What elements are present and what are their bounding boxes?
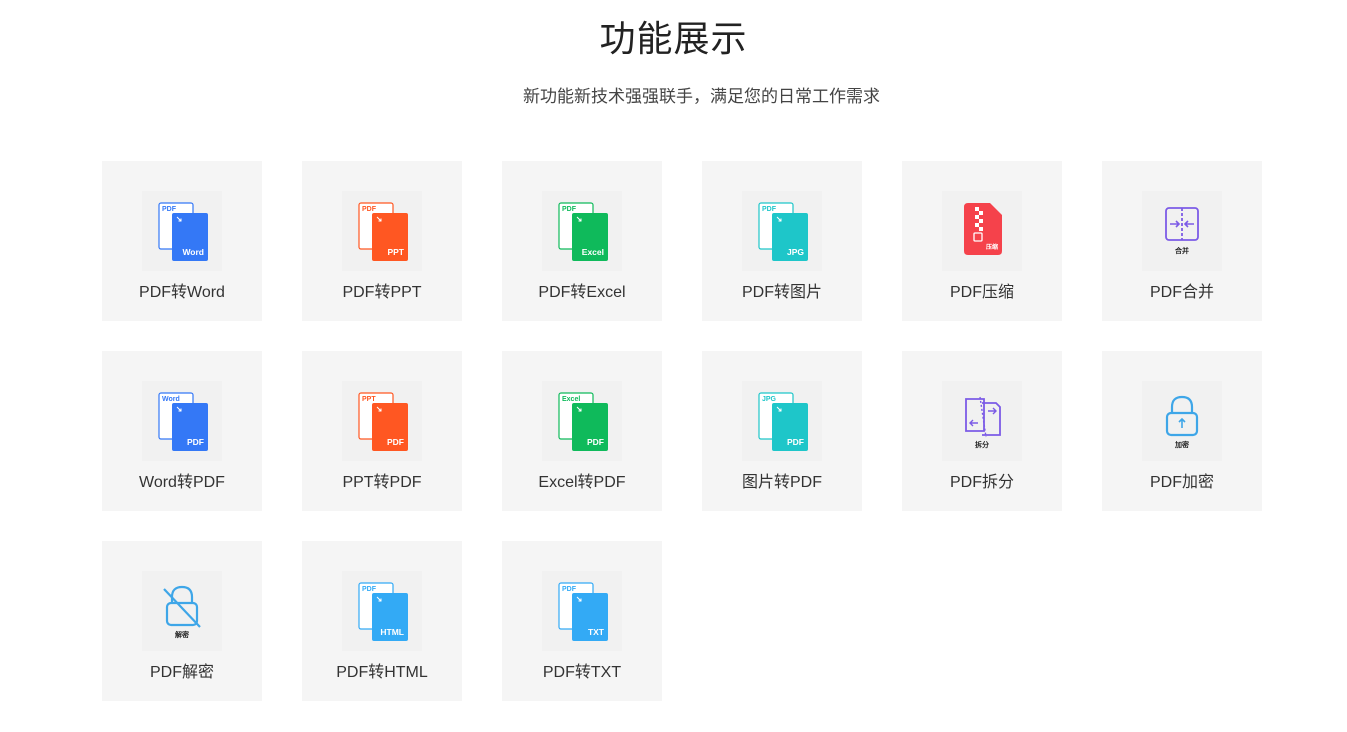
tool-card[interactable]: 解密 PDF解密: [102, 541, 262, 701]
pdf-split-icon: 拆分: [942, 381, 1022, 461]
word-to-pdf-icon: Word PDF: [142, 381, 222, 461]
svg-text:压缩: 压缩: [986, 243, 998, 251]
tool-card[interactable]: 合并 PDF合并: [1102, 161, 1262, 321]
tool-card-label: PDF转PPT: [342, 284, 422, 301]
svg-text:TXT: TXT: [588, 627, 605, 637]
pdf-to-ppt-icon: PDF PPT: [358, 202, 408, 261]
tool-card[interactable]: 加密 PDF加密: [1102, 351, 1262, 511]
tool-card[interactable]: PDF Word PDF转Word: [102, 161, 262, 321]
tool-card-label: PDF转Word: [139, 284, 225, 301]
tool-card-label: PPT转PDF: [342, 474, 422, 491]
svg-text:PDF: PDF: [587, 437, 604, 447]
tool-card[interactable]: 拆分 PDF拆分: [902, 351, 1062, 511]
tool-card[interactable]: PDF PPT PDF转PPT: [302, 161, 462, 321]
pdf-merge-icon: 合并: [1165, 207, 1199, 255]
tool-card-label: PDF拆分: [949, 474, 1014, 491]
tool-card[interactable]: PDF Excel PDF转Excel: [502, 161, 662, 321]
pdf-to-html-icon: PDF HTML: [342, 571, 422, 651]
tool-card[interactable]: Word PDF Word转PDF: [102, 351, 262, 511]
excel-to-pdf-icon: Excel PDF: [558, 392, 608, 451]
svg-text:Excel: Excel: [562, 396, 580, 403]
pdf-decrypt-unlock-icon: 解密: [142, 571, 222, 651]
tool-card-label: PDF合并: [1149, 284, 1214, 301]
pdf-to-jpg-icon: PDF JPG: [742, 191, 822, 271]
pdf-to-jpg-icon: PDF JPG: [758, 202, 808, 261]
tool-card-label: PDF压缩: [949, 284, 1014, 301]
tool-card-label: Excel转PDF: [538, 474, 626, 491]
svg-text:PDF: PDF: [787, 437, 804, 447]
svg-text:Word: Word: [162, 396, 180, 403]
svg-text:PPT: PPT: [387, 247, 404, 257]
jpg-to-pdf-icon: JPG PDF: [742, 381, 822, 461]
pdf-to-word-icon: PDF Word: [158, 202, 208, 261]
pdf-to-ppt-icon: PDF PPT: [342, 191, 422, 271]
svg-text:PDF: PDF: [187, 437, 204, 447]
tool-card-label: PDF转TXT: [542, 664, 622, 681]
pdf-to-txt-icon: PDF TXT: [558, 582, 608, 641]
svg-text:PDF: PDF: [162, 206, 177, 213]
pdf-compress-icon: 压缩: [964, 203, 1002, 255]
tool-card[interactable]: 压缩 PDF压缩: [902, 161, 1062, 321]
svg-text:PDF: PDF: [362, 586, 377, 593]
pdf-merge-icon: 合并: [1142, 191, 1222, 271]
svg-text:合并: 合并: [1174, 246, 1189, 255]
svg-text:解密: 解密: [175, 630, 189, 639]
page-subtitle: 新功能新技术强强联手，满足您的日常工作需求: [523, 87, 880, 106]
svg-text:PPT: PPT: [362, 396, 376, 403]
tool-card-label: PDF转Excel: [538, 284, 626, 301]
page-title: 功能展示: [599, 18, 748, 59]
tool-card-label: 图片转PDF: [741, 474, 822, 491]
pdf-split-icon: 拆分: [965, 396, 1001, 449]
svg-text:PDF: PDF: [562, 206, 577, 213]
tool-card-label: Word转PDF: [139, 474, 225, 491]
tool-card-label: PDF加密: [1149, 474, 1214, 491]
svg-text:PDF: PDF: [387, 437, 404, 447]
tool-card[interactable]: PDF HTML PDF转HTML: [302, 541, 462, 701]
tool-card[interactable]: PDF TXT PDF转TXT: [502, 541, 662, 701]
pdf-to-txt-icon: PDF TXT: [542, 571, 622, 651]
svg-text:JPG: JPG: [787, 247, 804, 257]
svg-text:PDF: PDF: [762, 206, 777, 213]
svg-text:Word: Word: [182, 247, 204, 257]
tool-card[interactable]: JPG PDF 图片转PDF: [702, 351, 862, 511]
svg-text:Excel: Excel: [582, 247, 604, 257]
pdf-to-excel-icon: PDF Excel: [542, 191, 622, 271]
word-to-pdf-icon: Word PDF: [158, 392, 208, 451]
pdf-to-excel-icon: PDF Excel: [558, 202, 608, 261]
pdf-encrypt-lock-icon: 加密: [1142, 381, 1222, 461]
tool-card-label: PDF转HTML: [336, 664, 428, 681]
pdf-compress-icon: 压缩: [942, 191, 1022, 271]
pdf-to-html-icon: PDF HTML: [358, 582, 408, 641]
pdf-encrypt-lock-icon: 加密: [1165, 395, 1199, 449]
tool-card-label: PDF转图片: [741, 284, 822, 301]
tool-card[interactable]: Excel PDF Excel转PDF: [502, 351, 662, 511]
svg-text:加密: 加密: [1174, 440, 1189, 449]
tool-card[interactable]: PDF JPG PDF转图片: [702, 161, 862, 321]
svg-text:JPG: JPG: [762, 396, 777, 403]
tool-card-label: PDF解密: [149, 664, 214, 681]
ppt-to-pdf-icon: PPT PDF: [358, 392, 408, 451]
ppt-to-pdf-icon: PPT PDF: [342, 381, 422, 461]
svg-text:拆分: 拆分: [975, 440, 989, 449]
jpg-to-pdf-icon: JPG PDF: [758, 392, 808, 451]
svg-text:HTML: HTML: [380, 627, 404, 637]
excel-to-pdf-icon: Excel PDF: [542, 381, 622, 461]
tool-card[interactable]: PPT PDF PPT转PDF: [302, 351, 462, 511]
svg-text:PDF: PDF: [562, 586, 577, 593]
pdf-to-word-icon: PDF Word: [142, 191, 222, 271]
pdf-decrypt-unlock-icon: 解密: [163, 585, 201, 639]
tools-grid: PDF Word PDF转Word PDF PPT PDF转PPT PDF Excel PDF转…: [102, 161, 1262, 701]
svg-text:PDF: PDF: [362, 206, 377, 213]
